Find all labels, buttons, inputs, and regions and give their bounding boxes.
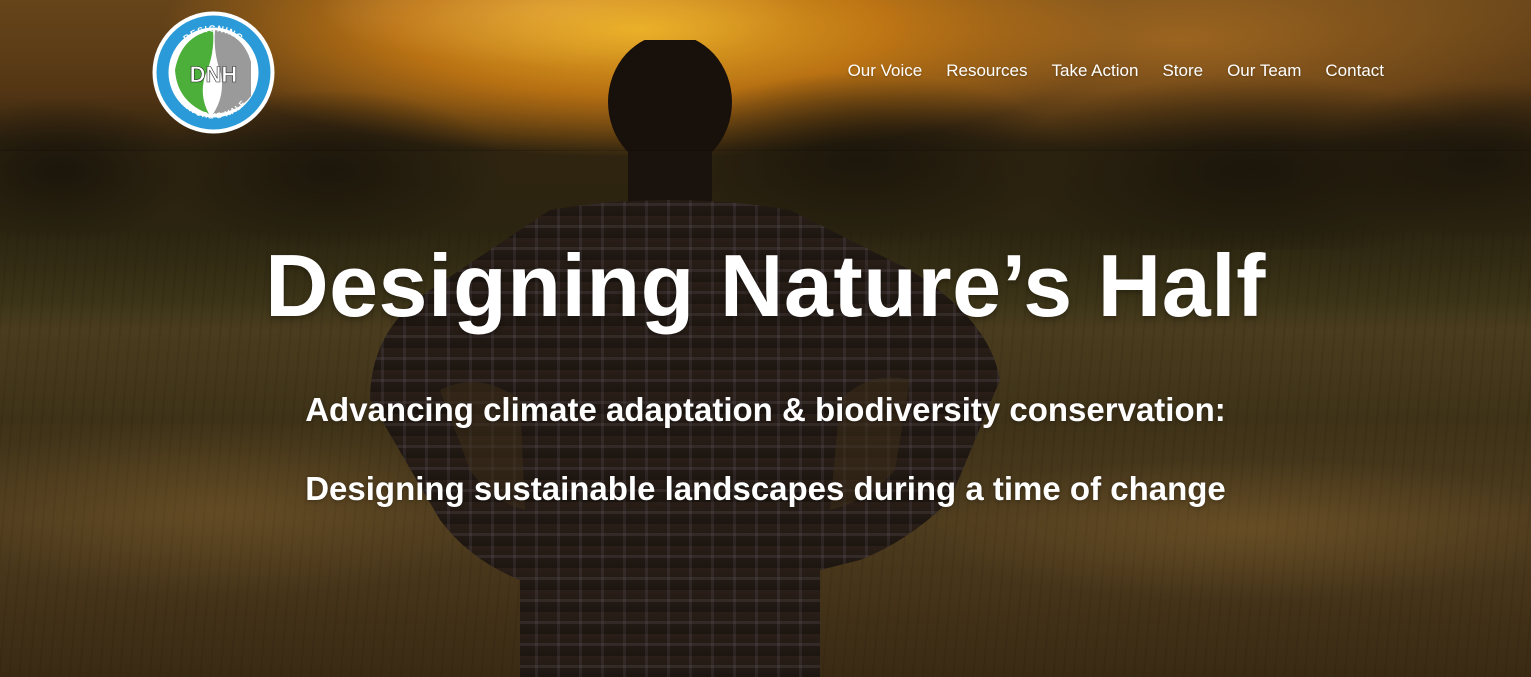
nav-item-contact[interactable]: Contact [1325,60,1384,82]
nav-item-resources[interactable]: Resources [946,60,1027,82]
hero-section: DNH DESIGNING NATURE'S HALF Our Voice Re… [0,0,1531,677]
main-nav: Our Voice Resources Take Action Store Ou… [848,60,1384,82]
nav-item-store[interactable]: Store [1162,60,1203,82]
hero-subtitle-line-1: Advancing climate adaptation & biodivers… [305,391,1226,428]
hero-subtitle-line-2: Designing sustainable landscapes during … [305,470,1226,507]
svg-text:DNH: DNH [190,62,238,87]
nav-item-our-team[interactable]: Our Team [1227,60,1301,82]
hero-title: Designing Nature’s Half [265,236,1266,335]
dnh-logo-icon[interactable]: DNH DESIGNING NATURE'S HALF [151,10,276,135]
nav-item-take-action[interactable]: Take Action [1051,60,1138,82]
nav-item-our-voice[interactable]: Our Voice [848,60,923,82]
